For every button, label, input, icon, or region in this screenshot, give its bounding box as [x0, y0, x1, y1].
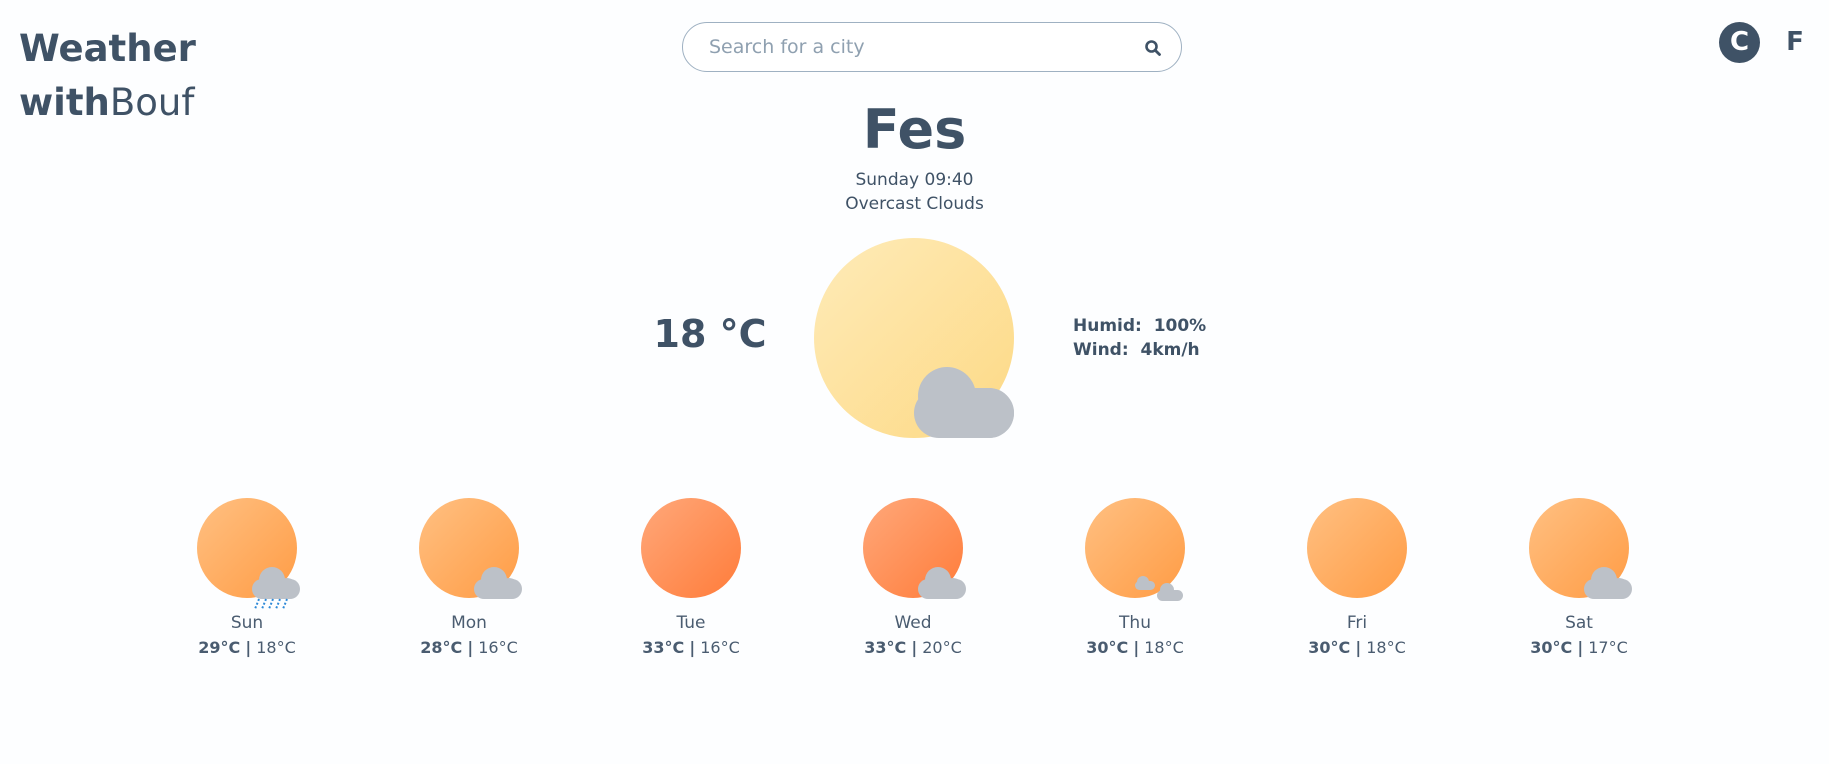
weekly-forecast: Sun 29°C | 18°C Mon 28°C | 16°C Tue 33°C…: [0, 495, 1829, 675]
humidity-label: Humid:: [1073, 316, 1142, 336]
forecast-low: 20°C: [922, 638, 962, 657]
search-icon[interactable]: [1141, 36, 1165, 60]
forecast-temps: 33°C | 20°C: [833, 635, 993, 661]
sun-small-clouds-icon: [1080, 495, 1190, 611]
hot-sun-icon: [636, 495, 746, 611]
forecast-day: Thu 30°C | 18°C: [1055, 495, 1215, 661]
sun-cloud-icon: [1524, 495, 1634, 611]
wind-label: Wind:: [1073, 340, 1129, 360]
fahrenheit-toggle[interactable]: F: [1773, 22, 1817, 63]
forecast-day: Mon 28°C | 16°C: [389, 495, 549, 661]
forecast-temps: 29°C | 18°C: [167, 635, 327, 661]
forecast-high: 33°C: [642, 638, 685, 657]
city-name: Fes: [862, 98, 967, 161]
humidity-value: 100%: [1153, 316, 1207, 336]
sun-rain-icon: [192, 495, 302, 611]
forecast-temps: 28°C | 16°C: [389, 635, 549, 661]
wind-value: 4km/h: [1140, 340, 1200, 360]
current-stats: Humid: 100% Wind: 4km/h: [1073, 314, 1206, 362]
temp-separator: |: [1577, 638, 1584, 657]
forecast-temps: 33°C | 16°C: [611, 635, 771, 661]
forecast-temps: 30°C | 17°C: [1499, 635, 1659, 661]
forecast-day: Fri 30°C | 18°C: [1277, 495, 1437, 661]
search-bar: [682, 22, 1182, 72]
hot-sun-cloud-icon: [858, 495, 968, 611]
sun-cloud-icon: [814, 238, 1014, 438]
forecast-high: 33°C: [864, 638, 907, 657]
wind-row: Wind: 4km/h: [1073, 338, 1206, 362]
sun-cloud-icon: [414, 495, 524, 611]
forecast-low: 16°C: [478, 638, 518, 657]
temp-separator: |: [1355, 638, 1362, 657]
forecast-day-name: Wed: [894, 613, 932, 633]
forecast-day-name: Tue: [676, 613, 706, 633]
forecast-high: 29°C: [198, 638, 241, 657]
temp-separator: |: [689, 638, 696, 657]
search-input[interactable]: [707, 23, 1127, 71]
forecast-temps: 30°C | 18°C: [1277, 635, 1437, 661]
forecast-day: Wed 33°C | 20°C: [833, 495, 993, 661]
forecast-high: 30°C: [1530, 638, 1573, 657]
forecast-low: 18°C: [256, 638, 296, 657]
forecast-temps: 30°C | 18°C: [1055, 635, 1215, 661]
current-temperature: 18 °C: [653, 312, 767, 356]
sun-icon: [1302, 495, 1412, 611]
forecast-day-name: Thu: [1119, 613, 1151, 633]
logo-word-weather: Weather: [19, 27, 196, 70]
forecast-day-name: Mon: [451, 613, 487, 633]
forecast-day-name: Sun: [230, 613, 264, 633]
forecast-day: Sun 29°C | 18°C: [167, 495, 327, 661]
humidity-row: Humid: 100%: [1073, 314, 1206, 338]
current-condition: Overcast Clouds: [845, 194, 984, 214]
temp-separator: |: [911, 638, 918, 657]
forecast-high: 28°C: [420, 638, 463, 657]
temp-separator: |: [245, 638, 252, 657]
forecast-day-name: Sat: [1565, 613, 1593, 633]
forecast-low: 18°C: [1144, 638, 1184, 657]
forecast-high: 30°C: [1308, 638, 1351, 657]
forecast-low: 17°C: [1588, 638, 1628, 657]
temp-separator: |: [467, 638, 474, 657]
forecast-day-name: Fri: [1346, 613, 1368, 633]
forecast-high: 30°C: [1086, 638, 1129, 657]
forecast-day: Sat 30°C | 17°C: [1499, 495, 1659, 661]
temp-separator: |: [1133, 638, 1140, 657]
forecast-low: 18°C: [1366, 638, 1406, 657]
forecast-day: Tue 33°C | 16°C: [611, 495, 771, 661]
current-datetime: Sunday 09:40: [855, 170, 974, 190]
forecast-low: 16°C: [700, 638, 740, 657]
celsius-toggle[interactable]: C: [1719, 22, 1760, 63]
